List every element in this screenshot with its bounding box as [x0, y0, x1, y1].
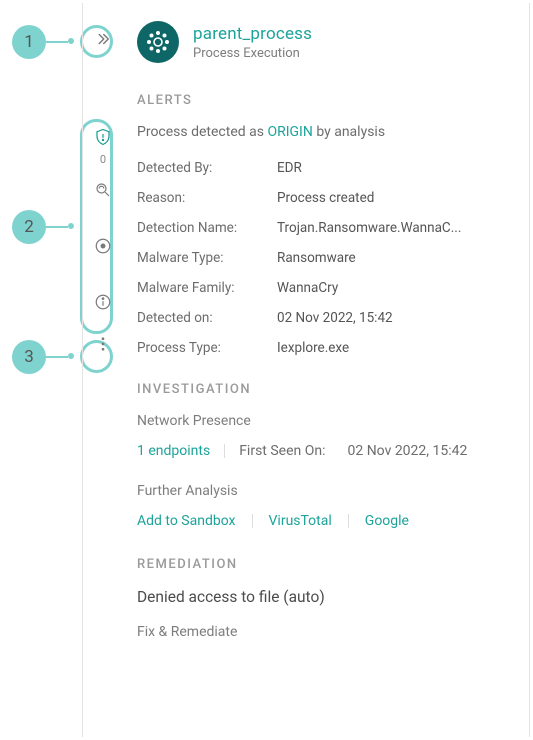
- kv-key: Reason:: [137, 190, 277, 206]
- table-row: Detection Name:Trojan.Ransomware.WannaC.…: [137, 220, 509, 236]
- first-seen-value: 02 Nov 2022, 15:42: [347, 443, 467, 459]
- origin-link[interactable]: ORIGIN: [267, 124, 312, 140]
- panel-sidebar: 0: [83, 3, 123, 737]
- kv-key: Detection Name:: [137, 220, 277, 236]
- callout-badge-3: 3: [12, 340, 46, 374]
- alert-summary-prefix: Process detected as: [137, 124, 267, 140]
- remediation-section: REMEDIATION Denied access to file (auto)…: [137, 557, 509, 640]
- process-header: parent_process Process Execution: [137, 21, 509, 63]
- alerts-count: 0: [100, 153, 106, 166]
- table-row: Malware Family:WannaCry: [137, 280, 509, 296]
- process-node-icon: [146, 30, 170, 54]
- visibility-button[interactable]: [89, 232, 117, 260]
- callouts-column: 1 2 3: [0, 0, 82, 740]
- kv-value: Iexplore.exe: [277, 340, 349, 356]
- kv-value: Process created: [277, 190, 374, 206]
- kv-value: Ransomware: [277, 250, 356, 266]
- shield-alert-icon: [94, 128, 112, 146]
- info-icon: [94, 293, 112, 311]
- callout-dot: [68, 353, 74, 359]
- eye-target-icon: [94, 237, 112, 255]
- investigation-section: INVESTIGATION Network Presence 1 endpoin…: [137, 382, 509, 529]
- network-presence-row: 1 endpoints First Seen On: 02 Nov 2022, …: [137, 443, 509, 459]
- alerts-button[interactable]: [89, 123, 117, 151]
- chevron-double-right-icon: [94, 30, 112, 48]
- divider: [348, 514, 349, 528]
- add-to-sandbox-link[interactable]: Add to Sandbox: [137, 513, 236, 529]
- callout-connector: [46, 226, 68, 228]
- kv-value: EDR: [277, 160, 302, 176]
- divider: [252, 514, 253, 528]
- google-link[interactable]: Google: [365, 513, 409, 529]
- network-presence-label: Network Presence: [137, 413, 509, 429]
- callout-badge-2: 2: [12, 210, 46, 244]
- alert-summary-suffix: by analysis: [313, 124, 385, 140]
- investigation-section-title: INVESTIGATION: [137, 382, 509, 397]
- kv-value: Trojan.Ransomware.WannaC...: [277, 220, 461, 236]
- kv-key: Detected By:: [137, 160, 277, 176]
- divider: [224, 444, 225, 458]
- virustotal-link[interactable]: VirusTotal: [269, 513, 332, 529]
- callout-dot: [68, 38, 74, 44]
- kv-value: WannaCry: [277, 280, 338, 296]
- kv-key: Detected on:: [137, 310, 277, 326]
- callout-badge-1: 1: [12, 25, 46, 59]
- investigate-button[interactable]: [89, 176, 117, 204]
- process-title: parent_process: [193, 24, 312, 44]
- kv-key: Malware Family:: [137, 280, 277, 296]
- callout-connector: [46, 41, 68, 43]
- kv-key: Malware Type:: [137, 250, 277, 266]
- first-seen-label: First Seen On:: [239, 443, 325, 459]
- alert-summary: Process detected as ORIGIN by analysis: [137, 124, 509, 140]
- alerts-section: ALERTS Process detected as ORIGIN by ana…: [137, 93, 509, 356]
- table-row: Detected By:EDR: [137, 160, 509, 176]
- kebab-menu-icon: [94, 335, 112, 353]
- process-subtitle: Process Execution: [193, 46, 312, 61]
- more-actions-button[interactable]: [89, 330, 117, 358]
- collapse-button[interactable]: [89, 25, 117, 53]
- callout-connector: [46, 356, 68, 358]
- endpoints-link[interactable]: 1 endpoints: [137, 443, 210, 459]
- search-scan-icon: [94, 181, 112, 199]
- table-row: Process Type:Iexplore.exe: [137, 340, 509, 356]
- process-avatar: [137, 21, 179, 63]
- alerts-section-title: ALERTS: [137, 93, 509, 108]
- analysis-links-row: Add to Sandbox VirusTotal Google: [137, 513, 509, 529]
- panel-content: parent_process Process Execution ALERTS …: [123, 3, 529, 737]
- callout-dot: [68, 223, 74, 229]
- remediation-message: Denied access to file (auto): [137, 588, 509, 606]
- fix-remediate-label: Fix & Remediate: [137, 624, 509, 640]
- further-analysis-label: Further Analysis: [137, 483, 509, 499]
- table-row: Reason:Process created: [137, 190, 509, 206]
- remediation-section-title: REMEDIATION: [137, 557, 509, 572]
- kv-key: Process Type:: [137, 340, 277, 356]
- table-row: Malware Type:Ransomware: [137, 250, 509, 266]
- info-button[interactable]: [89, 288, 117, 316]
- kv-value: 02 Nov 2022, 15:42: [277, 310, 393, 326]
- table-row: Detected on:02 Nov 2022, 15:42: [137, 310, 509, 326]
- details-panel: 0: [82, 3, 530, 737]
